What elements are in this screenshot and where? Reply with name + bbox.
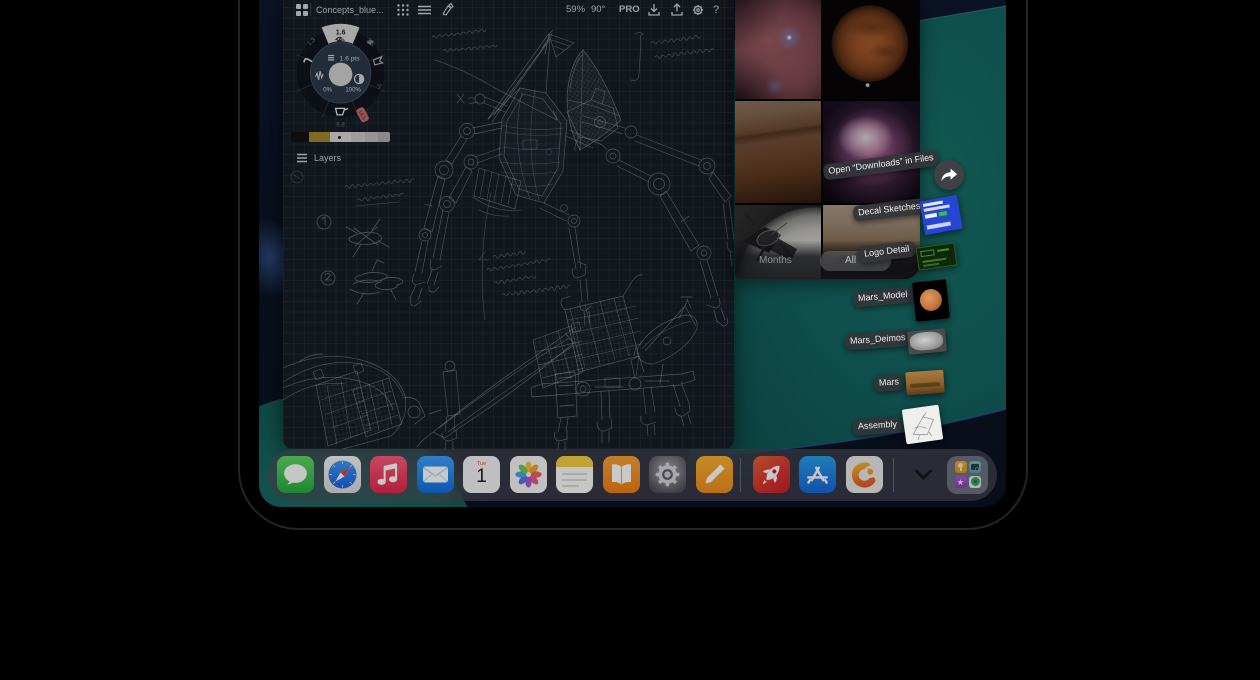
svg-text:1.6: 1.6	[336, 29, 346, 36]
svg-text:0%: 0%	[323, 87, 332, 93]
svg-text:100%: 100%	[345, 87, 361, 93]
svg-text:6.8: 6.8	[336, 122, 345, 128]
svg-text:1.6 pts: 1.6 pts	[340, 55, 360, 62]
